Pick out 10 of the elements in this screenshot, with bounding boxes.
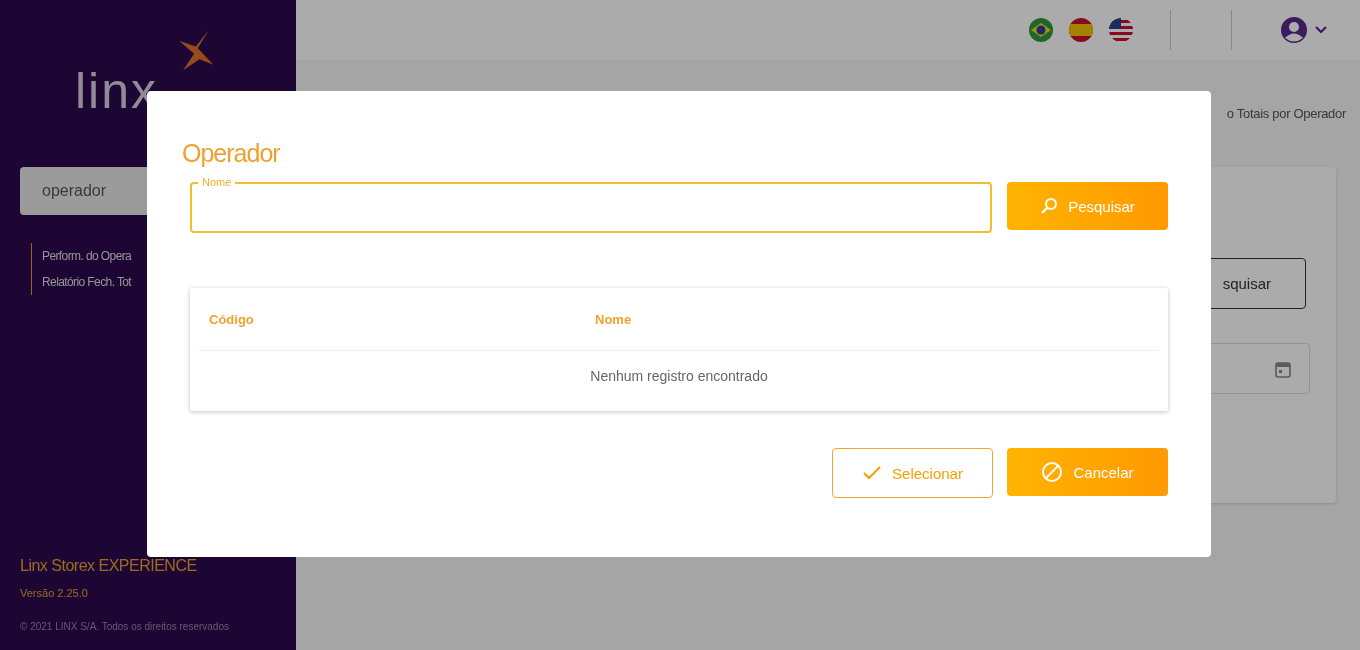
column-header: Código [208, 311, 255, 327]
version-text: Versão 2.25.0 [20, 587, 89, 599]
empty-message: Nenhum registro encontrado [589, 368, 769, 384]
field-label: Nome [198, 176, 236, 188]
logo-text: linx [75, 66, 159, 116]
column-header: Nome [595, 311, 632, 327]
breadcrumb: o Totais por Operador [1226, 106, 1346, 121]
copyright-text: © 2021 LINX S/A. Todos os direitos reservados [20, 621, 230, 632]
product-name: Linx Storex EXPERIENCE [20, 557, 198, 575]
dialog-title: Operador [182, 139, 282, 168]
